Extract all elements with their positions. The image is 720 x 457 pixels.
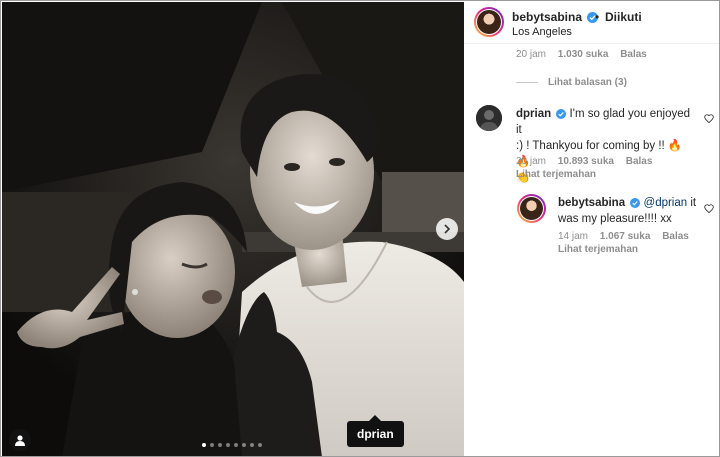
reply-button[interactable]: Balas [662, 231, 689, 242]
commenter-username[interactable]: bebytsabina [558, 197, 625, 209]
reply-button[interactable]: Balas [626, 156, 653, 167]
post-location[interactable]: Los Angeles [512, 26, 572, 38]
view-replies-label: Lihat balasan (3) [548, 77, 627, 88]
avatar-image [476, 105, 502, 131]
post-header: bebytsabina • Diikuti Los Angeles [464, 2, 719, 44]
commenter-avatar[interactable] [517, 194, 546, 223]
comment-likes[interactable]: 1.030 suka [558, 49, 609, 60]
carousel-dot [250, 443, 254, 447]
carousel-dot [226, 443, 230, 447]
see-translation-button[interactable]: Lihat terjemahan [558, 244, 638, 255]
author-username[interactable]: bebytsabina [512, 10, 582, 24]
header-separator: • [595, 10, 600, 24]
comment-likes[interactable]: 10.893 suka [558, 156, 614, 167]
author-avatar[interactable] [474, 7, 504, 37]
reply-text: bebytsabina @dprian it was my pleasure!!… [558, 195, 708, 227]
post-photo[interactable]: dprian [2, 2, 464, 456]
carousel-dot [258, 443, 262, 447]
like-heart-icon[interactable] [704, 204, 714, 213]
reply-time[interactable]: 14 jam [558, 231, 588, 242]
divider [516, 82, 538, 83]
carousel-dot [210, 443, 214, 447]
comment-meta: 20 jam 1.030 suka Balas [516, 49, 656, 60]
commenter-avatar[interactable] [476, 105, 502, 131]
commenter-username[interactable]: dprian [516, 108, 551, 120]
verified-badge-icon [630, 198, 641, 208]
chevron-right-icon [444, 224, 451, 234]
photo-image [2, 2, 464, 456]
author-username-row[interactable]: bebytsabina [512, 10, 599, 24]
like-heart-icon[interactable] [704, 114, 714, 123]
view-replies-button[interactable]: Lihat balasan (3) [516, 77, 627, 88]
carousel-dot [218, 443, 222, 447]
see-translation-button[interactable]: Lihat terjemahan [516, 169, 596, 180]
reply-body-line2: was my pleasure!!!! xx [558, 213, 672, 225]
comments-panel: bebytsabina • Diikuti Los Angeles 20 jam… [464, 2, 719, 456]
reply-likes[interactable]: 1.067 suka [600, 231, 651, 242]
instagram-post-modal: dprian bebytsabina • Diikuti Los Angeles… [0, 0, 720, 457]
carousel-dot [202, 443, 206, 447]
reply-body-part1: it [687, 197, 697, 209]
carousel-dot [242, 443, 246, 447]
carousel-indicator [202, 443, 262, 447]
reply-button[interactable]: Balas [620, 49, 647, 60]
reply-meta: 14 jam 1.067 suka Balas [558, 231, 698, 242]
next-photo-button[interactable] [436, 218, 458, 240]
comment-meta: 20 jam 10.893 suka Balas [516, 156, 661, 167]
comment-time[interactable]: 20 jam [516, 156, 546, 167]
verified-badge-icon [556, 109, 567, 119]
carousel-dot [234, 443, 238, 447]
tagged-users-button[interactable] [9, 429, 31, 451]
mention-link[interactable]: @dprian [644, 197, 688, 209]
user-icon [15, 435, 25, 446]
user-tag-label[interactable]: dprian [347, 415, 404, 447]
comment-time[interactable]: 20 jam [516, 49, 546, 60]
follow-status-button[interactable]: Diikuti [605, 10, 642, 24]
